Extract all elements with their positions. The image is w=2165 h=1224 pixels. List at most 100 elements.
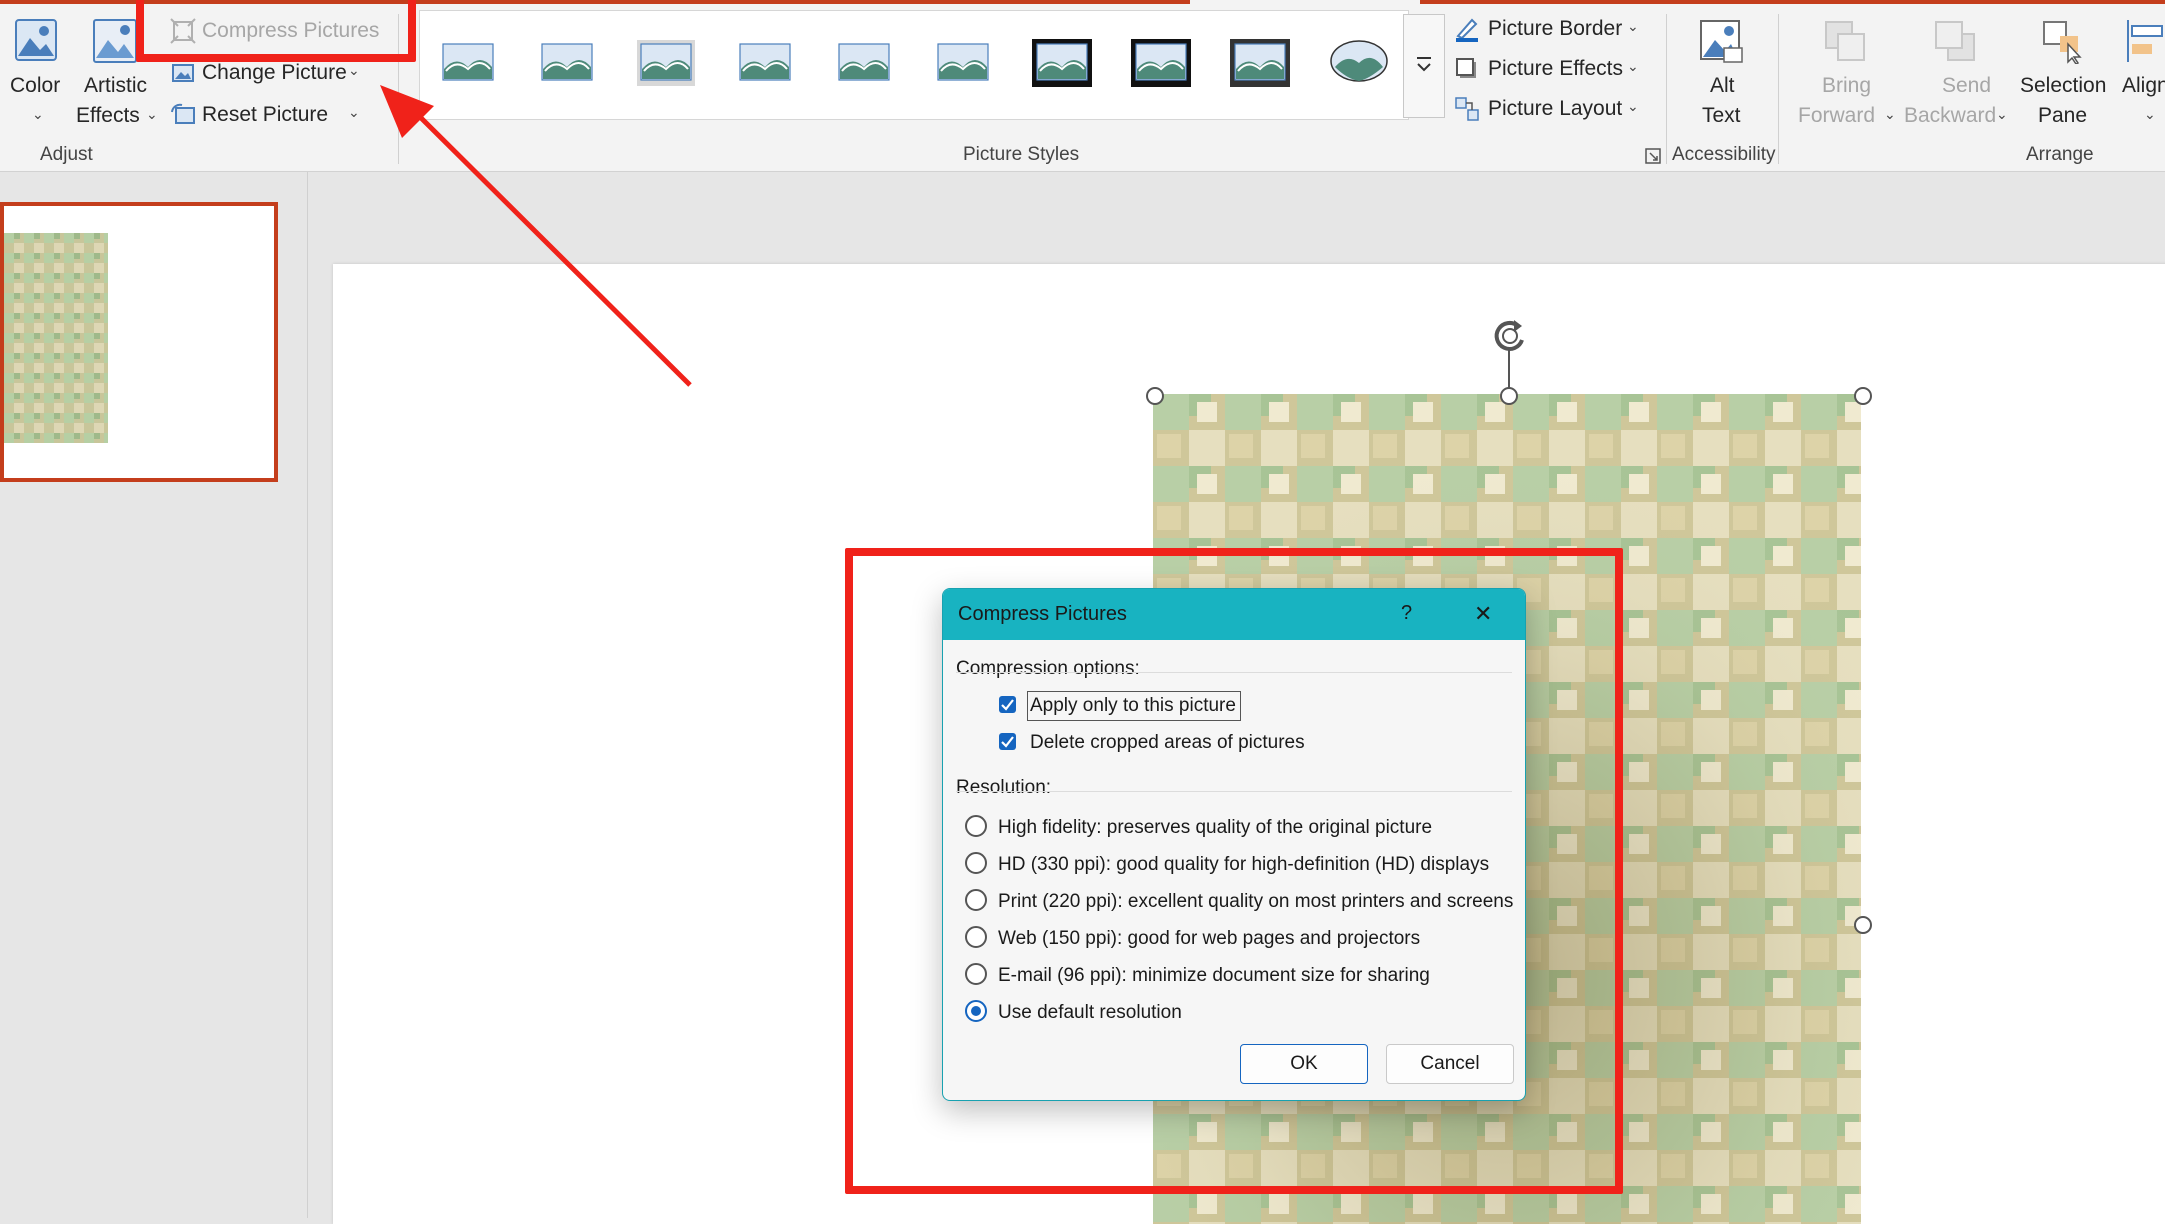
radio-unselected [965,889,987,911]
resolution-option-label: Web (150 ppi): good for web pages and pr… [998,928,1421,949]
picture-style-icon [739,43,791,81]
send-backward-label-2: Backward [1904,104,1997,127]
align-icon [2127,20,2163,62]
picture-style-thumbnail[interactable] [834,39,894,87]
ribbon-accent-line [1420,0,2165,4]
radio-unselected [965,815,987,837]
change-picture-button[interactable]: Change Picture ⌄ [168,58,368,92]
reset-picture-icon [171,103,195,124]
alt-text-button[interactable]: Alt Text [1680,16,1762,131]
resolution-heading: Resolution: [956,777,1052,798]
picture-style-thumbnail[interactable] [735,39,795,87]
resize-handle-top-right[interactable] [1854,387,1872,405]
delete-cropped-label: Delete cropped areas of pictures [1030,732,1305,753]
gallery-more-button[interactable] [1403,14,1445,118]
group-label-picture-styles: Picture Styles [963,144,1080,165]
chevron-down-icon: ⌄ [348,62,360,78]
ok-button[interactable]: OK [1240,1044,1368,1084]
selection-pane-label-2: Pane [2038,104,2088,127]
compress-pictures-dialog: Compress Pictures ? ✕ Compression option… [942,588,1526,1101]
resize-handle-top[interactable] [1500,387,1518,405]
picture-style-icon [1032,39,1092,87]
resolution-option[interactable]: Web (150 ppi): good for web pages and pr… [965,923,1515,953]
group-separator [1778,14,1779,164]
color-label: Color [10,74,61,97]
chevron-down-icon: ⌄ [1627,18,1639,34]
dialog-title: Compress Pictures [958,603,1127,625]
checkmark-icon [1001,699,1014,711]
resolution-option[interactable]: Use default resolution [965,997,1515,1027]
divider [956,672,1512,673]
picture-style-thumbnail[interactable] [1329,39,1389,87]
send-backward-icon [1935,21,1975,61]
group-label-arrange: Arrange [2026,144,2094,165]
picture-border-button[interactable]: Picture Border ⌄ [1452,14,1647,48]
checkbox-checked [999,696,1016,713]
apply-only-checkbox[interactable]: Apply only to this picture [999,691,1244,721]
picture-style-thumbnail[interactable] [1032,39,1092,87]
selection-pane-button[interactable]: Selection Pane [2016,16,2126,131]
dialog-title-bar: Compress Pictures ? ✕ [943,589,1525,640]
picture-effects-icon [1456,58,1476,78]
resize-handle-top-left[interactable] [1146,387,1164,405]
picture-layout-icon [1455,97,1479,121]
resolution-option-label: Use default resolution [998,1002,1182,1023]
color-icon [15,19,57,61]
picture-style-thumbnail[interactable] [1230,39,1290,87]
apply-only-label: Apply only to this picture [1030,695,1236,716]
resolution-option-label: Print (220 ppi): excellent quality on mo… [998,891,1514,912]
annotation-highlight-box [136,0,416,62]
chevron-down-icon: ⌄ [1627,58,1639,74]
bring-forward-label: Bring [1822,74,1872,97]
picture-style-icon [1230,39,1290,87]
resolution-option[interactable]: E-mail (96 ppi): minimize document size … [965,960,1515,990]
picture-style-icon [838,43,890,81]
close-button[interactable]: ✕ [1474,601,1492,627]
radio-unselected [965,852,987,874]
artistic-effects-label-2: Effects [76,104,140,127]
resolution-option[interactable]: HD (330 ppi): good quality for high-defi… [965,849,1515,879]
dialog-launcher-icon[interactable] [1645,148,1661,164]
picture-effects-button[interactable]: Picture Effects ⌄ [1452,54,1647,88]
chevron-down-icon: ⌄ [32,106,44,122]
align-button[interactable]: Align ⌄ [2120,16,2165,131]
cancel-button[interactable]: Cancel [1386,1044,1514,1084]
align-label: Align [2122,74,2165,97]
picture-style-thumbnail[interactable] [933,39,993,87]
compression-options-heading: Compression options: [956,658,1140,679]
reset-picture-button[interactable]: Reset Picture ⌄ [168,100,368,134]
resolution-option-label: HD (330 ppi): good quality for high-defi… [998,854,1490,875]
alt-text-label: Alt [1710,74,1735,97]
resolution-option[interactable]: High fidelity: preserves quality of the … [965,812,1515,842]
change-picture-label: Change Picture [202,61,347,84]
annotation-arrow [380,85,692,387]
checkbox-checked [999,733,1016,750]
send-backward-button[interactable]: Send Backward ⌄ [1900,16,2012,131]
resize-handle-right[interactable] [1854,916,1872,934]
divider [956,791,1512,792]
rotate-handle-icon[interactable] [1488,314,1532,358]
alt-text-icon [1700,20,1743,63]
picture-style-thumbnail[interactable] [1131,39,1191,87]
delete-cropped-checkbox[interactable]: Delete cropped areas of pictures [999,728,1319,758]
chevron-down-icon: ⌄ [2144,106,2156,122]
chevron-down-icon: ⌄ [1884,106,1896,122]
picture-layout-label: Picture Layout [1488,97,1623,120]
chevron-down-icon: ⌄ [348,104,360,120]
resolution-option[interactable]: Print (220 ppi): excellent quality on mo… [965,886,1515,916]
picture-layout-button[interactable]: Picture Layout ⌄ [1452,94,1647,128]
reset-picture-label: Reset Picture [202,103,329,126]
group-label-accessibility: Accessibility [1672,144,1776,165]
bring-forward-button[interactable]: Bring Forward ⌄ [1792,16,1900,131]
group-separator [1666,14,1667,164]
artistic-effects-label: Artistic [84,74,147,97]
radio-unselected [965,926,987,948]
color-button[interactable]: Color ⌄ [6,16,68,131]
slide-thumbnail[interactable] [0,202,278,482]
alt-text-label-2: Text [1702,104,1741,127]
help-button[interactable]: ? [1401,602,1412,625]
slide-thumbnail-picture [4,233,108,443]
bring-forward-label-2: Forward [1798,104,1876,127]
selection-pane-label: Selection [2020,74,2107,97]
gallery-expand-icon [1417,57,1431,72]
